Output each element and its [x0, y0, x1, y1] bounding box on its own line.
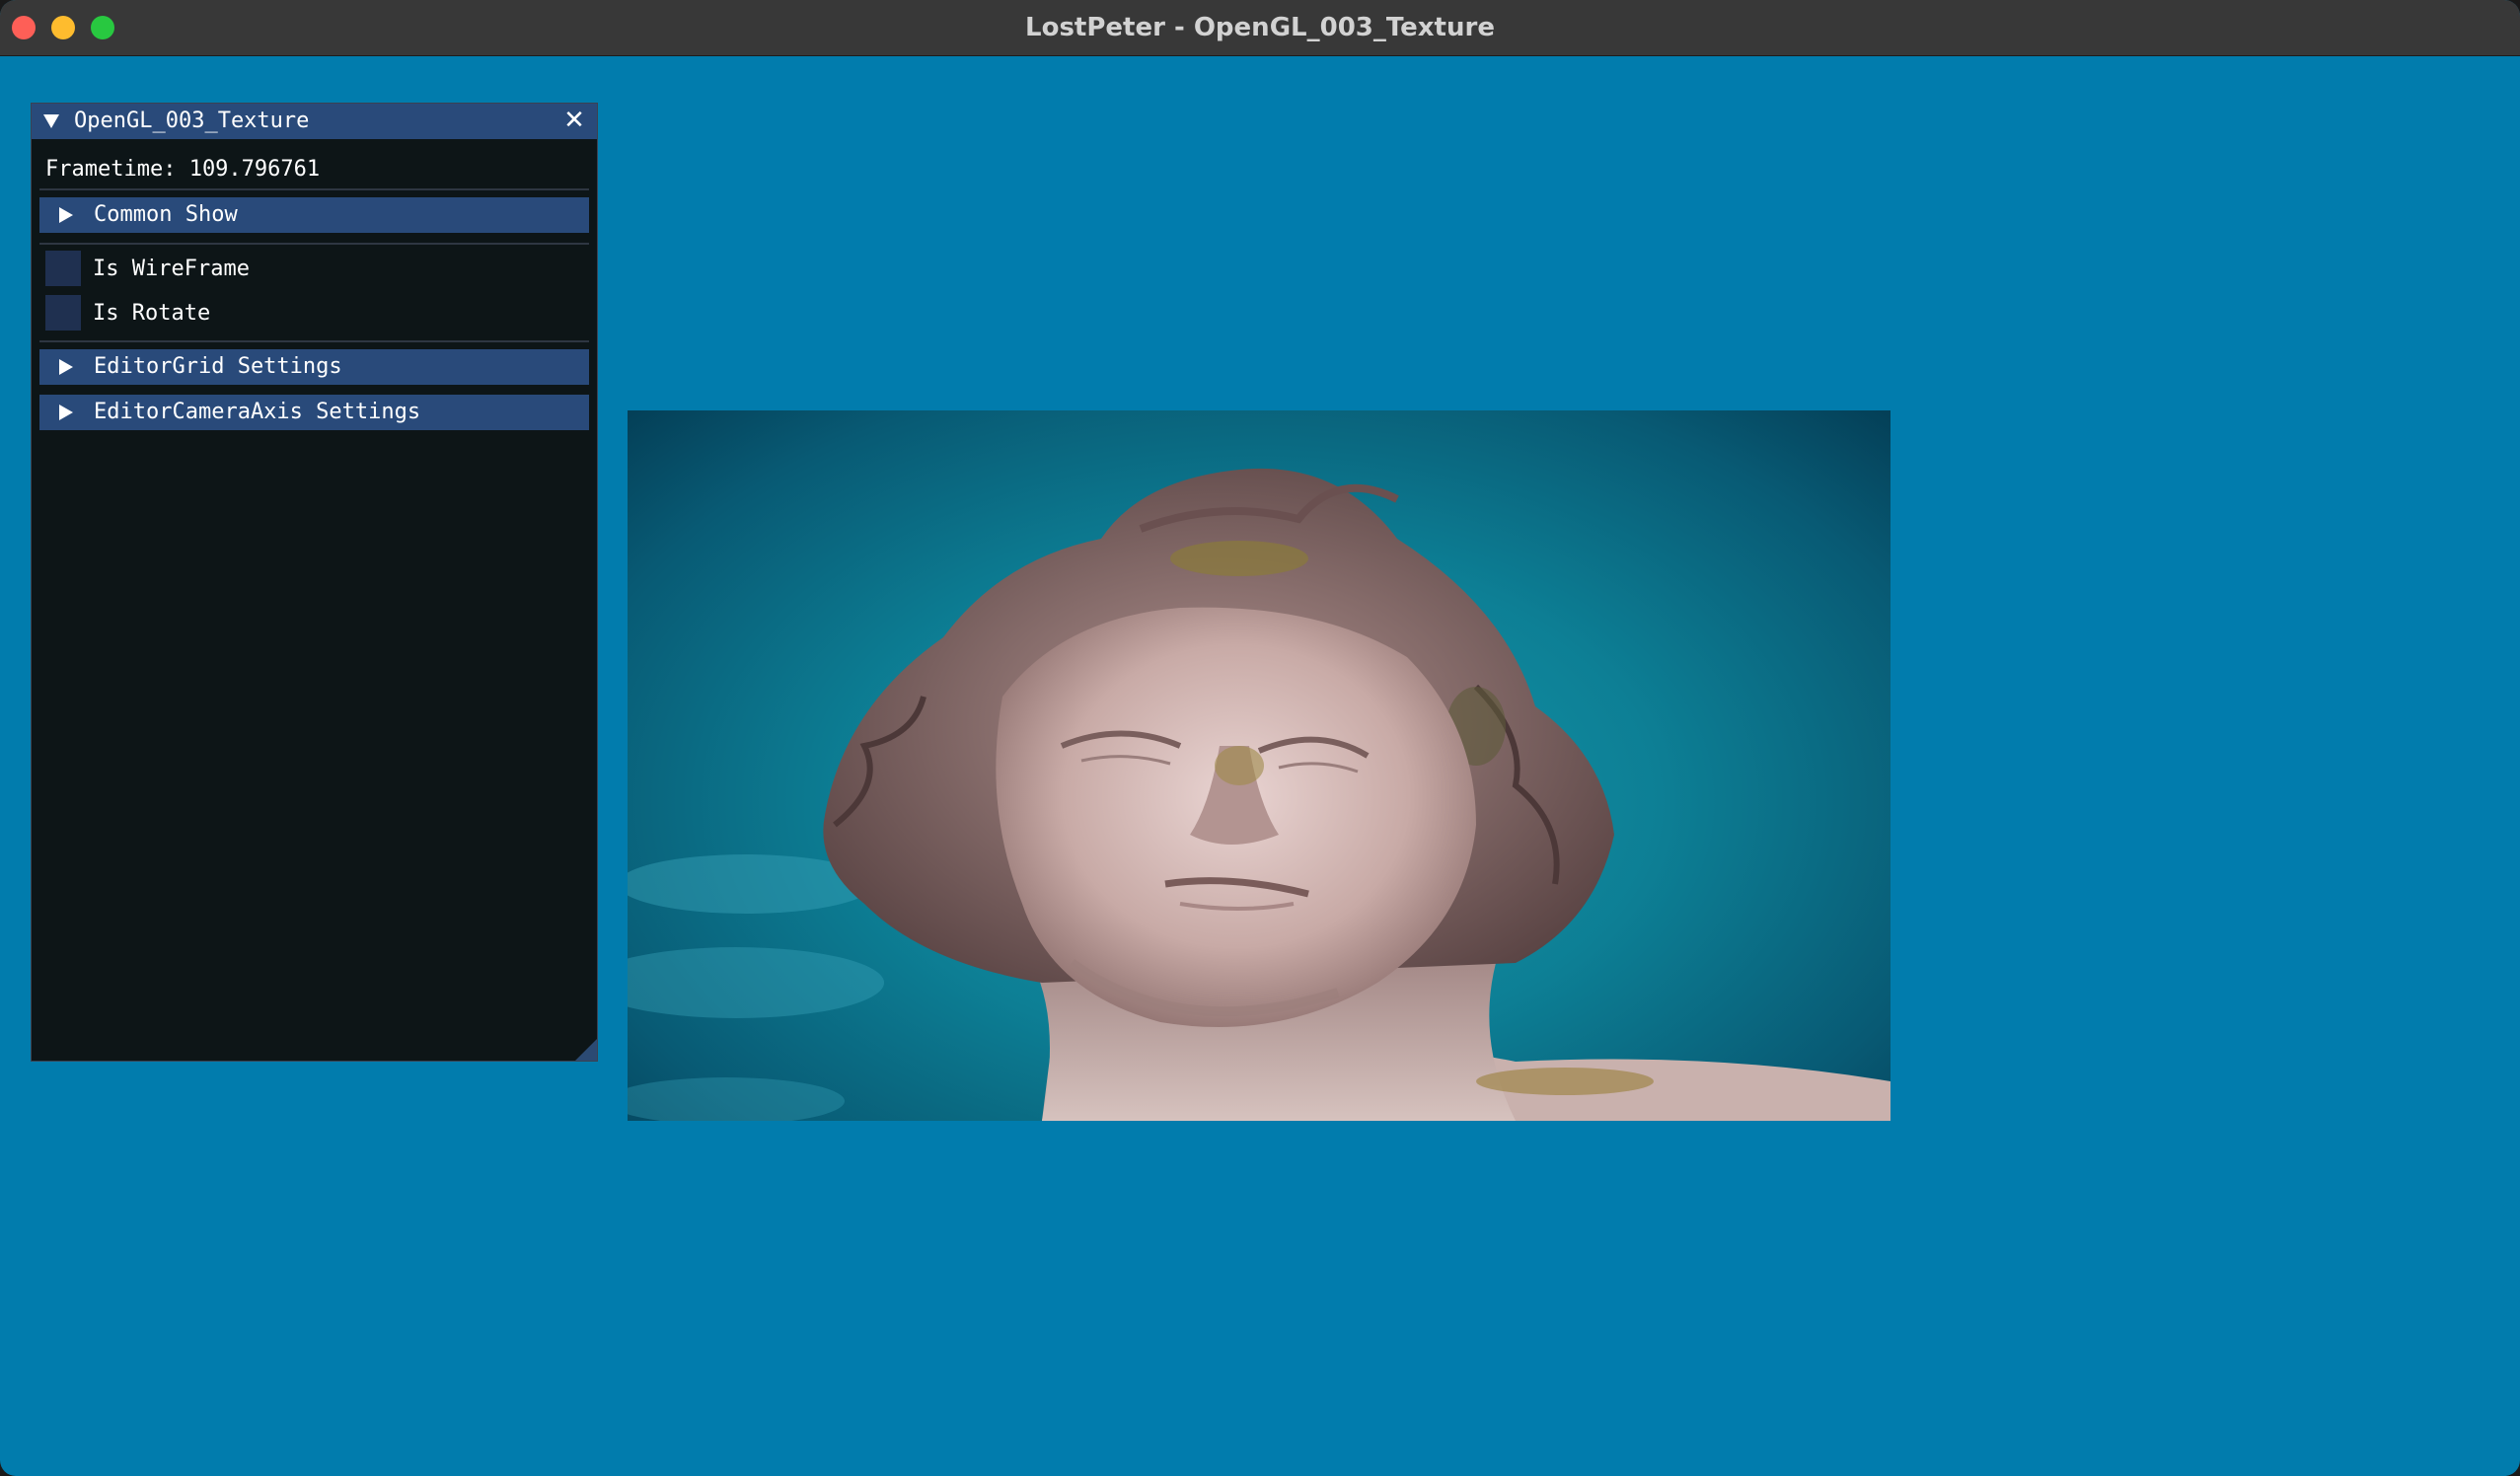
close-icon[interactable]: ✕	[561, 108, 587, 133]
resize-grip[interactable]	[575, 1039, 597, 1061]
editorcameraaxis-settings-header[interactable]: EditorCameraAxis Settings	[39, 395, 589, 430]
app-window: LostPeter - OpenGL_003_Texture OpenGL_00…	[0, 0, 2520, 1476]
frametime-label: Frametime: 109.796761	[45, 157, 321, 182]
collapse-triangle-icon[interactable]	[43, 114, 59, 128]
wireframe-checkbox-row[interactable]: Is WireFrame	[45, 251, 578, 286]
expand-arrow-icon	[59, 405, 73, 420]
wireframe-label: Is WireFrame	[93, 257, 250, 281]
editorgrid-settings-header[interactable]: EditorGrid Settings	[39, 349, 589, 385]
title-bar[interactable]: LostPeter - OpenGL_003_Texture	[0, 0, 2520, 56]
panel-title: OpenGL_003_Texture	[74, 109, 310, 133]
rotate-checkbox-row[interactable]: Is Rotate	[45, 295, 578, 331]
panel-header[interactable]: OpenGL_003_Texture ✕	[32, 104, 597, 139]
textured-quad	[628, 410, 1890, 1121]
window-title: LostPeter - OpenGL_003_Texture	[1025, 13, 1495, 42]
common-show-label: Common Show	[94, 202, 238, 227]
separator	[39, 340, 589, 342]
expand-arrow-icon	[59, 359, 73, 375]
common-show-header[interactable]: Common Show	[39, 197, 589, 233]
editorgrid-settings-label: EditorGrid Settings	[94, 354, 342, 379]
editorcameraaxis-settings-label: EditorCameraAxis Settings	[94, 400, 421, 424]
wireframe-checkbox[interactable]	[45, 251, 81, 286]
separator	[39, 188, 589, 190]
separator	[39, 243, 589, 245]
statue-texture-image	[628, 468, 1890, 1121]
rotate-label: Is Rotate	[93, 301, 211, 326]
imgui-panel: OpenGL_003_Texture ✕ Frametime: 109.7967…	[31, 103, 598, 1062]
expand-arrow-icon	[59, 207, 73, 223]
rotate-checkbox[interactable]	[45, 295, 81, 331]
